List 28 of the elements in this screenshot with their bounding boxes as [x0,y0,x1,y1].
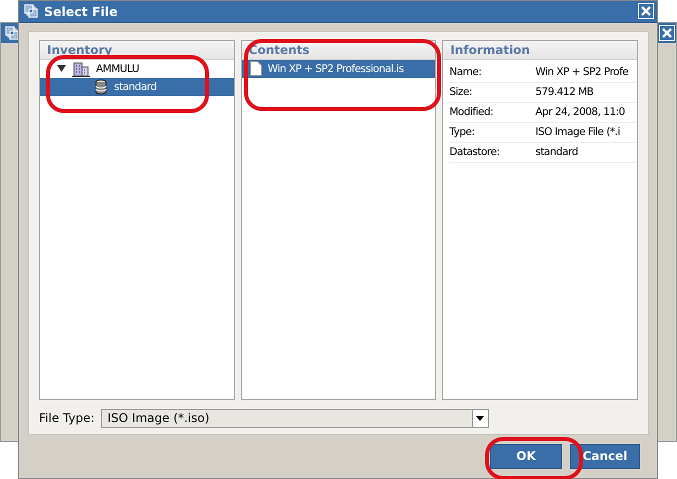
dialog-button[interactable]: Cancel [570,444,640,469]
panel-title: Information [450,42,530,57]
field-label: Type: [449,122,536,143]
window-icon [5,26,19,40]
document-icon [250,61,262,76]
close-icon[interactable] [638,3,654,20]
field-label: Modified: [449,102,536,123]
tree-item[interactable]: AMMULU [57,60,139,77]
field-label: Size: [449,82,536,103]
field-value: Win XP + SP2 Profe [535,62,638,83]
expander-icon[interactable] [57,64,66,74]
database-icon [94,78,108,95]
window-icon [24,4,38,18]
building-icon [72,60,90,77]
field-label: Datastore: [449,142,536,163]
field-value: standard [535,142,638,163]
panel-title: Inventory [47,42,112,57]
caret-icon [476,416,484,421]
field-value: 579.412 MB [535,82,638,103]
file-type-label: File Type: [39,411,94,426]
field-label: Name: [449,62,536,83]
field-value: ISO Image File (*.i [535,122,638,143]
panel-title: Contents [248,42,310,57]
dialog-button[interactable]: OK [490,444,562,469]
field-value: Apr 24, 2008, 11:0 [535,102,638,123]
file-type-dropdown[interactable]: ISO Image (*.iso) [100,408,488,428]
close-icon[interactable] [659,25,675,41]
window-title: Select File [44,4,118,19]
